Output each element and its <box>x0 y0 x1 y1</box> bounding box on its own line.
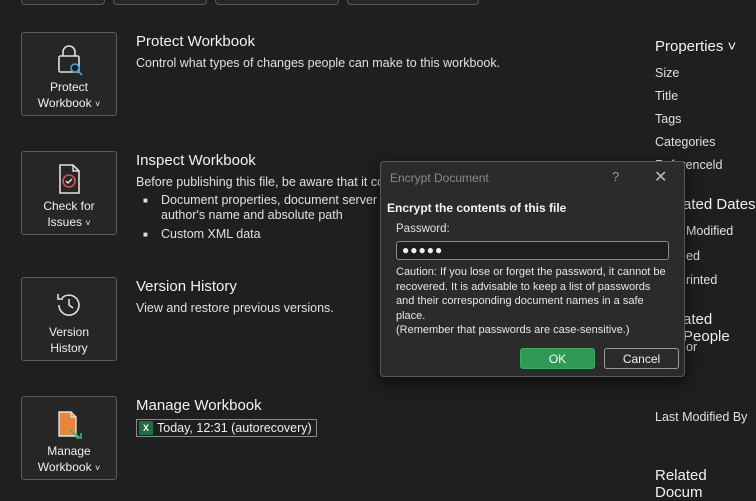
check-for-issues-button[interactable]: Check for Issues ˅ <box>21 151 117 235</box>
protect-workbook-button[interactable]: Protect Workbook ˅ <box>21 32 117 116</box>
chevron-down-icon: ˅ <box>85 218 91 228</box>
chevron-down-icon: ˅ <box>94 99 101 109</box>
encrypt-document-dialog: Encrypt Document ? ✕ Encrypt the content… <box>380 161 685 377</box>
properties-header[interactable]: Properties ˅ <box>655 38 736 55</box>
manage-workbook-button[interactable]: Manage Workbook ˅ <box>21 396 117 480</box>
top-tab-stub <box>21 0 105 5</box>
top-tab-stub <box>215 0 339 5</box>
prop-tags: Tags <box>655 112 682 126</box>
version-history-label: Version History <box>48 325 90 355</box>
related-documents-header: Related Docum <box>655 467 707 501</box>
version-history-desc: View and restore previous versions. <box>136 301 334 315</box>
date-printed: rinted <box>686 273 718 287</box>
excel-file-icon: X <box>139 421 153 435</box>
version-history-button[interactable]: Version History <box>21 277 117 361</box>
people-author: or <box>686 340 698 354</box>
related-dates-header: ated Dates <box>683 196 756 213</box>
password-label: Password: <box>396 223 450 235</box>
password-field[interactable]: ●●●●● <box>396 241 669 260</box>
protect-workbook-title: Protect Workbook <box>136 33 255 50</box>
inspect-bullet: Custom XML data <box>143 227 392 242</box>
manage-document-icon <box>52 407 86 441</box>
manage-workbook-title: Manage Workbook <box>136 397 262 414</box>
dialog-heading: Encrypt the contents of this file <box>387 201 567 215</box>
caution-text: Caution: If you lose or forget the passw… <box>396 266 666 336</box>
inspect-workbook-title: Inspect Workbook <box>136 152 256 169</box>
close-icon[interactable]: ✕ <box>654 167 667 187</box>
autorecovery-file-link[interactable]: X Today, 12:31 (autorecovery) <box>136 419 317 437</box>
protect-workbook-label: Protect Workbook ˅ <box>37 80 101 110</box>
prop-categories: Categories <box>655 135 716 149</box>
date-created: ed <box>686 249 700 263</box>
prop-title: Title <box>655 89 679 103</box>
top-tab-stub <box>113 0 207 5</box>
prop-size: Size <box>655 66 680 80</box>
inspect-workbook-desc: Before publishing this file, be aware th… <box>136 175 392 189</box>
ok-button[interactable]: OK <box>520 348 595 369</box>
help-icon[interactable]: ? <box>612 169 619 184</box>
date-modified: Modified <box>686 224 734 238</box>
dialog-title: Encrypt Document <box>390 171 489 185</box>
autorecovery-file-label: Today, 12:31 (autorecovery) <box>157 421 312 435</box>
protect-workbook-desc: Control what types of changes people can… <box>136 56 501 70</box>
check-for-issues-label: Check for Issues ˅ <box>43 199 95 229</box>
inspect-bullet-list: Document properties, document server pra… <box>143 193 392 246</box>
lock-key-icon <box>52 43 86 77</box>
chevron-down-icon: ˅ <box>94 463 101 473</box>
version-history-title: Version History <box>136 278 237 295</box>
last-modified-by-label: Last Modified By <box>655 410 748 424</box>
top-tab-stub <box>347 0 479 5</box>
cancel-button[interactable]: Cancel <box>604 348 679 369</box>
history-clock-icon <box>52 288 86 322</box>
inspect-bullet: Document properties, document server pra… <box>143 193 392 223</box>
document-check-icon <box>52 162 86 196</box>
manage-workbook-label: Manage Workbook ˅ <box>37 444 101 474</box>
